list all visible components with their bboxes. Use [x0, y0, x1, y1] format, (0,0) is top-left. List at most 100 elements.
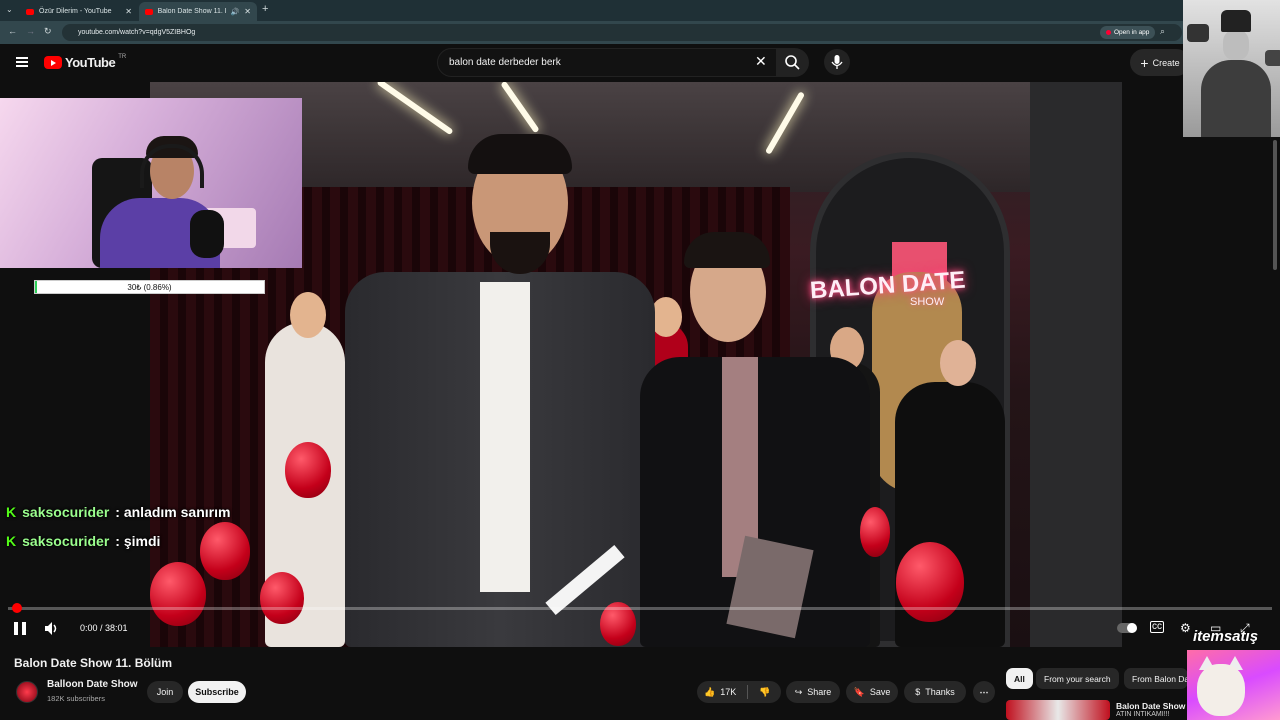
- share-label: Share: [807, 687, 832, 697]
- chat-message: K saksocurider : şimdi: [6, 533, 160, 549]
- kick-badge-icon: K: [6, 504, 17, 520]
- search-query: balon date derbeder berk: [449, 57, 561, 68]
- url-field[interactable]: youtube.com/watch?v=qdgV5ZIBHOg: [62, 24, 1182, 41]
- page-scrollbar[interactable]: [1273, 140, 1277, 270]
- contestant-head: [290, 292, 326, 338]
- youtube-favicon-icon: [26, 8, 34, 15]
- youtube-play-icon: [44, 56, 62, 69]
- voice-search-button[interactable]: [824, 49, 850, 75]
- channel-avatar[interactable]: [16, 681, 38, 703]
- red-balloon: [260, 572, 304, 624]
- chat-message: K saksocurider : anladım sanırım: [6, 504, 230, 520]
- tab-balon-date-show[interactable]: Balon Date Show 11. Bölüm 🔊 ✕: [139, 2, 257, 21]
- host-hair: [468, 134, 572, 174]
- new-tab-icon[interactable]: +: [262, 3, 268, 15]
- chip-all[interactable]: All: [1006, 668, 1033, 689]
- speaker-icon[interactable]: 🔊: [231, 8, 240, 16]
- recommended-video-subtitle: ATIN İNTİKAMI!!!: [1116, 711, 1170, 718]
- youtube-favicon-icon: [145, 8, 153, 15]
- thanks-button[interactable]: $ Thanks: [904, 681, 966, 703]
- chat-username: saksocurider: [22, 504, 110, 520]
- red-balloon: [896, 542, 964, 622]
- video-progress-bar[interactable]: [8, 603, 1272, 613]
- save-label: Save: [869, 687, 891, 697]
- url-text: youtube.com/watch?v=qdgV5ZIBHOg: [78, 29, 196, 36]
- chip-from-your-search[interactable]: From your search: [1036, 668, 1119, 689]
- portrait-face: [1223, 30, 1249, 60]
- close-tab-icon[interactable]: ✕: [125, 7, 132, 16]
- create-label: Create: [1152, 57, 1180, 68]
- tab-title: Özür Dilerim - YouTube: [39, 8, 112, 15]
- youtube-header: YouTube TR balon date derbeder berk ✕ + …: [0, 44, 1280, 82]
- forward-icon[interactable]: →: [26, 26, 35, 36]
- sponsor-watermark: itemsatış: [1193, 628, 1259, 645]
- goal-text: 30₺ (0.86%): [127, 282, 172, 292]
- captions-icon[interactable]: cc: [1150, 621, 1164, 633]
- host2-hair: [684, 232, 770, 268]
- tab-list-icon[interactable]: ⌄: [6, 5, 13, 14]
- time-display: 0:00 / 38:01: [80, 623, 128, 633]
- save-button[interactable]: 🔖 Save: [846, 681, 898, 703]
- share-button[interactable]: ↪ Share: [786, 681, 840, 703]
- super-thanks-icon: $: [915, 687, 921, 697]
- kalpak-hat-icon: [1221, 10, 1251, 32]
- hamburger-menu-icon[interactable]: [16, 57, 28, 67]
- join-label: Join: [156, 687, 174, 697]
- bookmark-icon: 🔖: [853, 686, 865, 697]
- reload-icon[interactable]: ↻: [44, 26, 52, 37]
- recommended-video-thumbnail[interactable]: [1006, 700, 1110, 720]
- more-actions-icon[interactable]: ⋯: [973, 681, 995, 703]
- microphone-icon: [190, 210, 224, 258]
- tab-title: Balon Date Show 11. Bölüm: [157, 8, 226, 15]
- scrubber-handle[interactable]: [12, 603, 22, 613]
- search-icon: [785, 55, 800, 70]
- kick-badge-icon: K: [6, 533, 17, 549]
- thanks-label: Thanks: [925, 687, 955, 697]
- chat-text: : şimdi: [115, 533, 161, 549]
- like-count[interactable]: 17K: [720, 687, 736, 697]
- browser-tab-bar: ⌄ Özür Dilerim - YouTube ✕ Balon Date Sh…: [0, 0, 1280, 21]
- volume-icon[interactable]: [44, 621, 60, 636]
- pause-icon[interactable]: [14, 622, 26, 635]
- red-balloon: [285, 442, 331, 498]
- cat-overlay: [1187, 650, 1280, 720]
- tab-ozur-dilerim[interactable]: Özür Dilerim - YouTube ✕: [20, 2, 138, 21]
- neon-sign-sub: SHOW: [910, 296, 945, 308]
- back-icon[interactable]: ←: [8, 26, 17, 36]
- youtube-app-icon: [1106, 30, 1111, 35]
- share-icon: ↪: [794, 686, 803, 697]
- chat-text: : anladım sanırım: [115, 504, 231, 520]
- subscriber-count: 182K subscribers: [47, 694, 105, 703]
- microphone-icon: [831, 55, 843, 69]
- settings-gear-icon[interactable]: ⚙: [1180, 621, 1191, 635]
- kalpak-hat-icon: [1265, 50, 1280, 66]
- zoom-icon[interactable]: ⌕: [1160, 26, 1165, 37]
- close-tab-icon[interactable]: ✕: [244, 7, 251, 16]
- portrait-overlay: [1183, 0, 1280, 137]
- search-input[interactable]: balon date derbeder berk: [437, 48, 777, 77]
- country-code: TR: [118, 53, 127, 60]
- chat-username: saksocurider: [22, 533, 110, 549]
- channel-name[interactable]: Balloon Date Show: [47, 679, 138, 690]
- like-dislike-group: 👍 17K 👎: [697, 681, 781, 703]
- subscribe-button[interactable]: Subscribe: [188, 681, 246, 703]
- recommended-video-title[interactable]: Balon Date Show 1: [1116, 701, 1186, 711]
- cat-face: [1197, 664, 1245, 716]
- join-button[interactable]: Join: [147, 681, 183, 703]
- contestant-head: [940, 340, 976, 386]
- logo-text: YouTube: [65, 55, 116, 70]
- back-wall: [1030, 82, 1122, 647]
- red-balloon: [200, 522, 250, 580]
- chip-from-channel[interactable]: From Balon Da: [1124, 668, 1188, 689]
- search-button[interactable]: [777, 48, 809, 77]
- autoplay-toggle[interactable]: [1117, 623, 1137, 633]
- dislike-icon[interactable]: 👎: [759, 687, 770, 698]
- subscribe-label: Subscribe: [195, 687, 239, 697]
- youtube-logo[interactable]: YouTube TR: [44, 53, 127, 70]
- open-in-app-button[interactable]: Open in app: [1100, 26, 1156, 39]
- open-in-app-label: Open in app: [1114, 29, 1150, 36]
- clear-search-icon[interactable]: ✕: [755, 53, 767, 70]
- like-icon[interactable]: 👍: [704, 687, 715, 698]
- create-button[interactable]: + Create: [1130, 49, 1190, 76]
- red-balloon: [860, 507, 890, 557]
